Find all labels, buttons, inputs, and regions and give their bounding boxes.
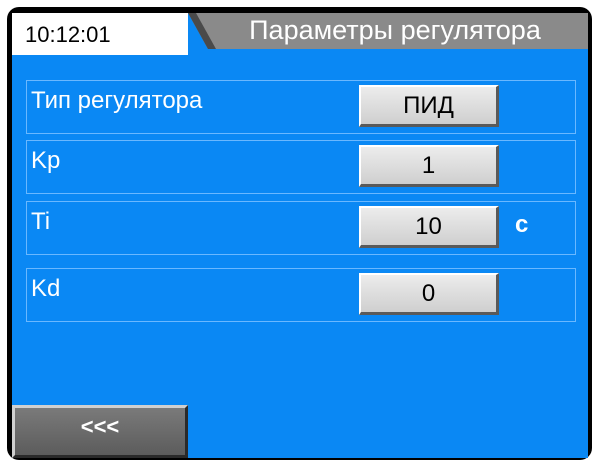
row-kp: Kp 1 <box>26 140 576 194</box>
kp-value-button[interactable]: 1 <box>359 145 499 187</box>
row-label: Kd <box>31 275 61 302</box>
page-title: Параметры регулятора <box>249 15 541 45</box>
clock-display: 10:12:01 <box>12 13 188 55</box>
back-button[interactable]: <<< <box>12 405 188 458</box>
row-controller-type: Тип регулятора ПИД <box>26 80 576 134</box>
row-kd: Kd 0 <box>26 268 576 322</box>
row-label: Ti <box>31 208 51 235</box>
ti-unit-label: с <box>515 211 529 238</box>
hmi-screen: 10:12:01 Параметры регулятора Тип регуля… <box>12 13 588 458</box>
row-ti: Ti 10 с <box>26 201 576 255</box>
kd-value-button[interactable]: 0 <box>359 273 499 315</box>
row-label: Тип регулятора <box>31 87 203 114</box>
controller-type-button[interactable]: ПИД <box>359 85 499 127</box>
ti-value-button[interactable]: 10 <box>359 206 499 248</box>
row-label: Kp <box>31 147 61 174</box>
header-bar: 10:12:01 Параметры регулятора <box>12 13 588 55</box>
